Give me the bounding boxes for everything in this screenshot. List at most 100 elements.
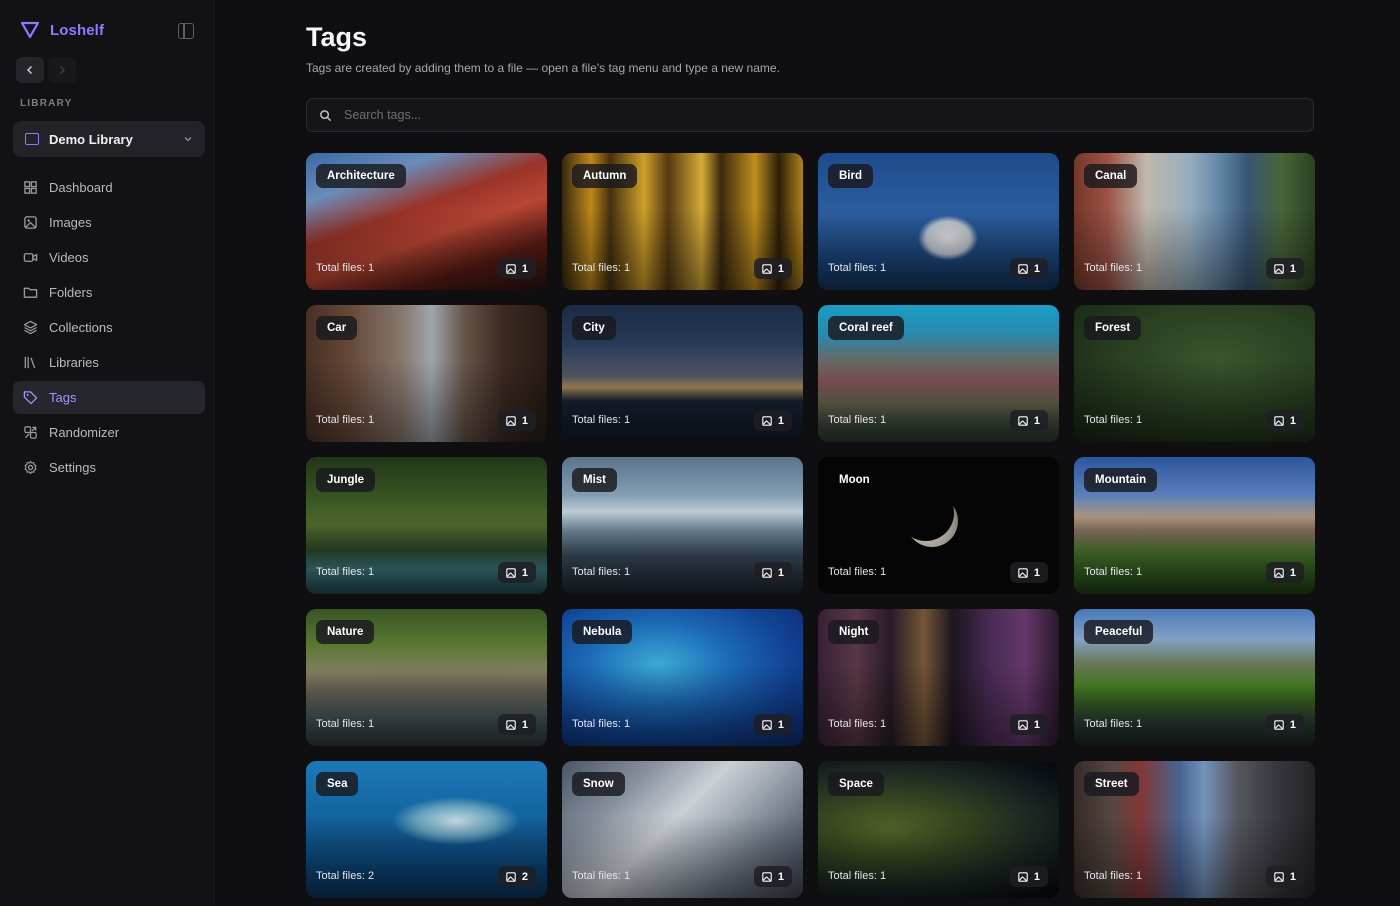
image-icon — [1018, 263, 1028, 274]
tag-name: Peaceful — [1084, 620, 1154, 644]
file-count: 1 — [777, 718, 784, 731]
tag-card-forest[interactable]: Forest Total files: 1 1 — [1074, 305, 1315, 442]
tag-card-coral-reef[interactable]: Coral reef Total files: 1 1 — [818, 305, 1059, 442]
brand[interactable]: Loshelf — [20, 20, 104, 40]
file-count: 1 — [1289, 870, 1296, 883]
forward-button[interactable] — [48, 57, 76, 83]
file-count: 1 — [521, 718, 528, 731]
file-count-badge: 1 — [1009, 714, 1048, 735]
file-count: 1 — [1033, 414, 1040, 427]
search-input[interactable] — [344, 108, 1301, 122]
tag-name: Jungle — [316, 468, 376, 492]
tag-card-mist[interactable]: Mist Total files: 1 1 — [562, 457, 803, 594]
tag-name: Mountain — [1084, 468, 1158, 492]
tag-card-canal[interactable]: Canal Total files: 1 1 — [1074, 153, 1315, 290]
library-select[interactable]: Demo Library — [13, 121, 205, 157]
video-icon — [23, 250, 38, 265]
tag-card-moon[interactable]: Moon Total files: 1 1 — [818, 457, 1059, 594]
dashboard-icon — [23, 180, 38, 195]
file-count-badge: 1 — [1265, 258, 1304, 279]
tag-name: Car — [316, 316, 358, 340]
tag-total-files: Total files: 1 — [1084, 566, 1143, 578]
page-subtitle: Tags are created by adding them to a fil… — [306, 61, 780, 75]
tag-total-files: Total files: 1 — [572, 718, 631, 730]
sidebar-item-label: Libraries — [49, 355, 99, 370]
tag-name: Sea — [316, 772, 359, 796]
tag-total-files: Total files: 1 — [1084, 262, 1143, 274]
image-icon — [1274, 567, 1284, 578]
tag-name: Nebula — [572, 620, 633, 644]
tag-card-space[interactable]: Space Total files: 1 1 — [818, 761, 1059, 898]
image-icon — [1274, 719, 1284, 730]
sidebar-item-images[interactable]: Images — [13, 206, 205, 239]
file-count-badge: 1 — [753, 410, 792, 431]
tag-name: Night — [828, 620, 880, 644]
sidebar-item-label: Collections — [49, 320, 113, 335]
tag-total-files: Total files: 1 — [316, 566, 375, 578]
tag-total-files: Total files: 1 — [828, 718, 887, 730]
tag-card-mountain[interactable]: Mountain Total files: 1 1 — [1074, 457, 1315, 594]
sidebar-item-label: Settings — [49, 460, 96, 475]
tag-card-bird[interactable]: Bird Total files: 1 1 — [818, 153, 1059, 290]
tag-total-files: Total files: 1 — [828, 414, 887, 426]
tag-card-street[interactable]: Street Total files: 1 1 — [1074, 761, 1315, 898]
tag-card-jungle[interactable]: Jungle Total files: 1 1 — [306, 457, 547, 594]
section-label: LIBRARY — [20, 98, 73, 109]
chevron-down-icon — [184, 137, 192, 142]
tag-total-files: Total files: 1 — [316, 414, 375, 426]
sidebar-item-randomizer[interactable]: Randomizer — [13, 416, 205, 449]
file-count-badge: 1 — [753, 562, 792, 583]
search-bar — [306, 98, 1314, 132]
back-button[interactable] — [16, 57, 44, 83]
tag-card-city[interactable]: City Total files: 1 1 — [562, 305, 803, 442]
tag-card-sea[interactable]: Sea Total files: 2 2 — [306, 761, 547, 898]
tag-card-nature[interactable]: Nature Total files: 1 1 — [306, 609, 547, 746]
sidebar-item-settings[interactable]: Settings — [13, 451, 205, 484]
sidebar-item-label: Dashboard — [49, 180, 113, 195]
file-count: 1 — [1289, 718, 1296, 731]
tag-name: Autumn — [572, 164, 638, 188]
sidebar-item-libraries[interactable]: Libraries — [13, 346, 205, 379]
layers-icon — [23, 320, 38, 335]
sidebar-item-videos[interactable]: Videos — [13, 241, 205, 274]
file-count: 1 — [1033, 718, 1040, 731]
file-count-badge: 1 — [1265, 562, 1304, 583]
tag-name: Space — [828, 772, 884, 796]
tag-card-nebula[interactable]: Nebula Total files: 1 1 — [562, 609, 803, 746]
tag-card-night[interactable]: Night Total files: 1 1 — [818, 609, 1059, 746]
sidebar-toggle-icon[interactable] — [178, 23, 194, 39]
tag-name: Forest — [1084, 316, 1142, 340]
sidebar-menu: Dashboard Images Videos Folders Collecti… — [13, 171, 205, 486]
tag-name: Moon — [839, 474, 870, 486]
tag-card-snow[interactable]: Snow Total files: 1 1 — [562, 761, 803, 898]
sidebar-item-label: Randomizer — [49, 425, 120, 440]
file-count-badge: 1 — [497, 714, 536, 735]
sidebar-item-tags[interactable]: Tags — [13, 381, 205, 414]
image-icon — [506, 567, 516, 578]
sidebar-item-dashboard[interactable]: Dashboard — [13, 171, 205, 204]
image-icon — [1018, 719, 1028, 730]
file-count-badge: 1 — [497, 410, 536, 431]
tag-card-architecture[interactable]: Architecture Total files: 1 1 — [306, 153, 547, 290]
image-icon — [762, 263, 772, 274]
file-count-badge: 1 — [497, 258, 536, 279]
app-name: Loshelf — [50, 21, 105, 39]
file-count-badge: 1 — [753, 714, 792, 735]
sidebar-item-label: Videos — [49, 250, 89, 265]
tag-total-files: Total files: 1 — [828, 870, 887, 882]
sidebar-item-folders[interactable]: Folders — [13, 276, 205, 309]
tag-name: Street — [1084, 772, 1139, 796]
search-icon — [320, 109, 332, 121]
sidebar-item-collections[interactable]: Collections — [13, 311, 205, 344]
tag-name: Bird — [828, 164, 873, 188]
file-count: 1 — [777, 414, 784, 427]
image-icon — [1018, 567, 1028, 578]
file-count-badge: 1 — [1009, 410, 1048, 431]
file-count-badge: 1 — [1265, 714, 1304, 735]
tag-card-peaceful[interactable]: Peaceful Total files: 1 1 — [1074, 609, 1315, 746]
tag-card-autumn[interactable]: Autumn Total files: 1 1 — [562, 153, 803, 290]
tag-card-car[interactable]: Car Total files: 1 1 — [306, 305, 547, 442]
file-count-badge: 1 — [1009, 866, 1048, 887]
tag-total-files: Total files: 1 — [572, 262, 631, 274]
file-count: 1 — [777, 262, 784, 275]
